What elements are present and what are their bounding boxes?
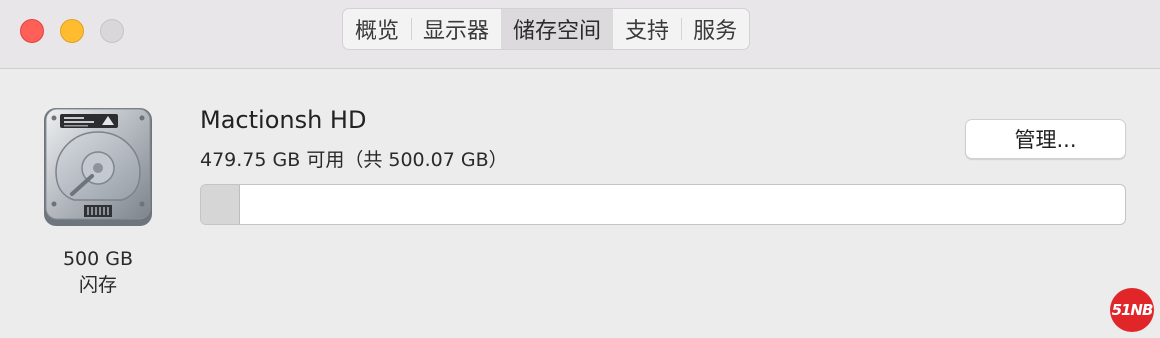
storage-used-segment [201,185,240,224]
tab-displays[interactable]: 显示器 [411,9,501,49]
hard-drive-icon [44,108,152,226]
disk-caption: 500 GB 闪存 [40,246,156,298]
manage-button[interactable]: 管理... [965,119,1126,159]
tab-service[interactable]: 服务 [681,9,749,49]
zoom-window-button[interactable] [100,19,124,43]
storage-usage-bar [200,184,1126,225]
tab-bar: 概览 显示器 储存空间 支持 服务 [342,8,751,50]
window-titlebar: 概览 显示器 储存空间 支持 服务 [0,0,1160,69]
tab-support[interactable]: 支持 [613,9,681,49]
tab-storage[interactable]: 储存空间 [501,9,614,49]
disk-capacity-label: 500 GB [62,248,134,270]
minimize-window-button[interactable] [60,19,84,43]
watermark-logo: 51NB [1110,288,1154,332]
disk-type-label: 闪存 [78,274,117,296]
tab-overview[interactable]: 概览 [343,9,411,49]
drive-available-space: 479.75 GB 可用（共 500.07 GB） [200,149,508,171]
close-window-button[interactable] [20,19,44,43]
drive-name: Mactionsh HD [200,106,367,134]
